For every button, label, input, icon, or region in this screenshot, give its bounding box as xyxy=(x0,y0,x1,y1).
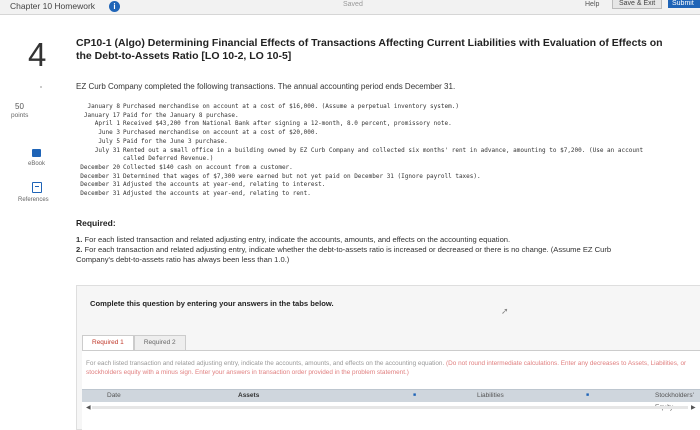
transaction-date: December 31 xyxy=(80,190,120,198)
complete-instruction: Complete this question by entering your … xyxy=(90,299,334,308)
transaction-item: December 20 Collected $140 cash on accoun… xyxy=(74,164,644,173)
transaction-description: Determined that wages of $7,300 were ear… xyxy=(123,172,481,180)
transaction-description: Adjusted the accounts at year-end, relat… xyxy=(123,190,311,198)
header-liabilities: Liabilities xyxy=(477,392,504,399)
transaction-date: July 31 xyxy=(94,146,120,154)
ebook-icon[interactable] xyxy=(32,149,41,157)
transaction-item: July 31 Rented out a small office in a bu… xyxy=(74,147,644,164)
transaction-description: Adjusted the accounts at year-end, relat… xyxy=(123,181,326,189)
horizontal-scrollbar[interactable] xyxy=(92,406,688,409)
required-text: For each listed transaction and related … xyxy=(84,235,511,244)
transaction-date: December 31 xyxy=(80,172,120,180)
divider-dot xyxy=(40,86,42,88)
question-intro: EZ Curb Company completed the following … xyxy=(76,82,456,91)
header-date: Date xyxy=(107,392,121,399)
scroll-left-icon[interactable]: ◀ xyxy=(86,404,91,411)
transaction-list: January 8 Purchased merchandise on accoun… xyxy=(74,103,644,199)
required-number: 2. xyxy=(76,244,83,254)
transaction-item: December 31 Adjusted the accounts at year… xyxy=(74,190,644,199)
transaction-item: April 1 Received $43,200 from National Ba… xyxy=(74,120,644,129)
transaction-date: July 5 xyxy=(98,137,120,145)
references-icon[interactable] xyxy=(32,182,42,193)
transaction-item: January 8 Purchased merchandise on accoun… xyxy=(74,103,644,112)
transaction-date: January 8 xyxy=(87,103,120,110)
transaction-description: Paid for the June 3 purchase. xyxy=(123,137,228,145)
transaction-description: Purchased merchandise on account at a co… xyxy=(123,129,319,137)
question-number: 4 xyxy=(28,36,47,73)
save-exit-button[interactable]: Save & Exit xyxy=(612,0,663,9)
tab-required-2[interactable]: Required 2 xyxy=(133,335,186,351)
ebook-link[interactable]: eBook xyxy=(28,161,45,167)
transaction-item: December 31 Adjusted the accounts at year… xyxy=(74,181,644,190)
assets-sort-icon[interactable]: ■ xyxy=(413,393,418,398)
cursor-icon: ➚ xyxy=(501,306,509,316)
points-value: 50 xyxy=(15,102,24,111)
required-item: 2. For each transaction and related adju… xyxy=(76,245,636,265)
transaction-description: Rented out a small office in a building … xyxy=(123,146,644,163)
transaction-date: December 20 xyxy=(80,163,120,171)
transaction-item: January 17 Paid for the January 8 purchas… xyxy=(74,112,644,121)
transaction-date: December 31 xyxy=(80,181,120,189)
transaction-description: Collected $140 cash on account from a cu… xyxy=(123,163,293,171)
header-assets: Assets xyxy=(238,392,260,399)
transaction-item: July 5 Paid for the June 3 purchase. xyxy=(74,138,644,147)
answer-panel: Complete this question by entering your … xyxy=(76,285,700,430)
references-link[interactable]: References xyxy=(18,197,49,203)
table-header: Date Assets ■ Liabilities ■ Stockholders… xyxy=(82,389,700,411)
transaction-date: June 3 xyxy=(98,129,120,137)
homework-title: Chapter 10 Homework xyxy=(10,1,96,11)
transaction-item: June 3 Purchased merchandise on account a… xyxy=(74,129,644,138)
tab-content: For each listed transaction and related … xyxy=(82,350,700,430)
required-text: For each transaction and related adjusti… xyxy=(76,244,612,264)
required-number: 1. xyxy=(76,235,83,244)
required-list: 1. For each listed transaction and relat… xyxy=(76,235,636,264)
answer-tabs: Required 1 Required 2 xyxy=(82,335,186,351)
points-label: points xyxy=(11,112,29,119)
liabilities-sort-icon[interactable]: ■ xyxy=(586,393,591,398)
scroll-right-icon[interactable]: ▶ xyxy=(691,404,696,411)
tab-instructions: For each listed transaction and related … xyxy=(86,360,698,378)
transaction-description: Received $43,200 from National Bank afte… xyxy=(123,120,452,128)
transaction-description: Purchased merchandise on account at a co… xyxy=(123,103,459,110)
submit-button[interactable]: Submit xyxy=(668,0,700,8)
help-button[interactable]: Help xyxy=(585,0,599,9)
info-icon[interactable]: i xyxy=(109,1,120,12)
required-item: 1. For each listed transaction and relat… xyxy=(76,235,636,245)
tab-required-1[interactable]: Required 1 xyxy=(82,335,134,351)
instructions-main: For each listed transaction and related … xyxy=(86,360,445,367)
transaction-date: April 1 xyxy=(94,120,120,128)
question-title: CP10-1 (Algo) Determining Financial Effe… xyxy=(76,37,663,62)
transaction-date: January 17 xyxy=(83,111,120,119)
saved-status: Saved xyxy=(343,1,363,8)
required-heading: Required: xyxy=(76,218,116,228)
transaction-item: December 31 Determined that wages of $7,3… xyxy=(74,173,644,182)
transaction-description: Paid for the January 8 purchase. xyxy=(123,111,239,119)
top-bar: Chapter 10 Homework i Saved Help Save & … xyxy=(0,0,700,15)
